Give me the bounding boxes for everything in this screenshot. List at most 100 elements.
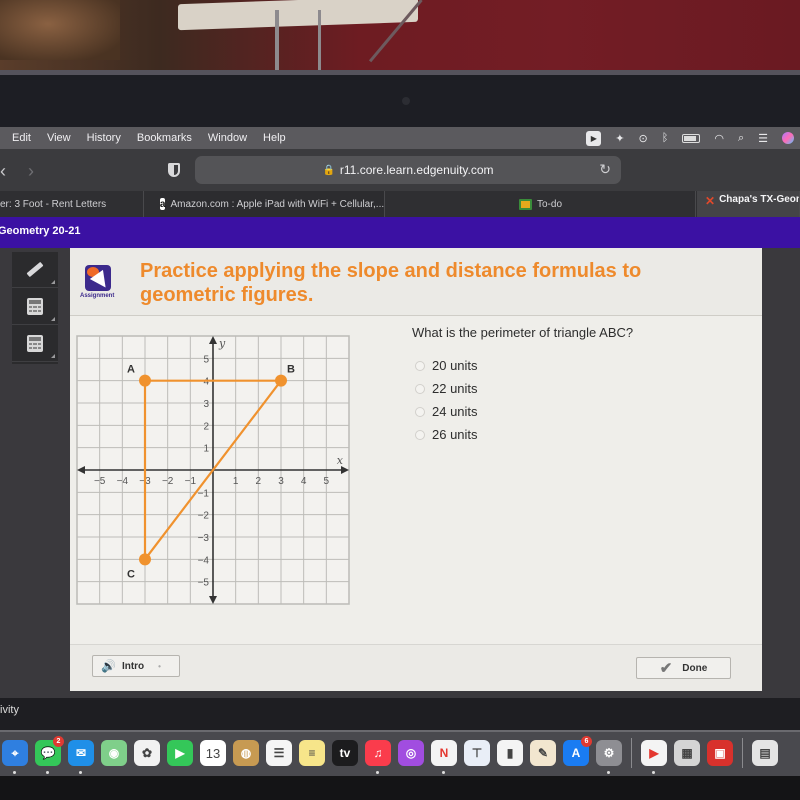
accessibility-icon[interactable]: ✦: [615, 132, 624, 145]
running-indicator: [652, 771, 655, 774]
course-bar: Geometry 20-21: [0, 217, 800, 248]
pencil-icon: [26, 261, 44, 278]
control-center-icon[interactable]: ☰: [758, 132, 768, 145]
battery-icon[interactable]: [682, 133, 701, 143]
running-indicator: [79, 771, 82, 774]
tab-label: er: 3 Foot - Rent Letters: [0, 198, 107, 210]
answer-option[interactable]: 24 units: [415, 400, 478, 423]
expand-corner-icon: [51, 354, 55, 358]
menu-history[interactable]: History: [87, 132, 121, 144]
calculator-icon: ▦: [681, 746, 693, 760]
dock-app-news[interactable]: N: [431, 740, 457, 774]
answer-option[interactable]: 26 units: [415, 423, 478, 446]
radio-button[interactable]: [415, 360, 425, 371]
notification-badge: 6: [581, 736, 592, 747]
reload-icon[interactable]: ↻: [599, 161, 611, 178]
x-tick-label: −5: [94, 476, 106, 487]
running-indicator: [442, 771, 445, 774]
dock-app-system-preferences[interactable]: ⚙: [596, 740, 622, 774]
done-button[interactable]: ✔ Done: [636, 657, 731, 679]
coordinate-graph: −5 −4 −3 −2 −1 1 2 3 4 5−5−4−3−2−112345xyA BC: [76, 335, 350, 605]
dock-app-messages[interactable]: 💬 2: [35, 736, 64, 774]
screen-record-icon[interactable]: ⊙: [639, 132, 648, 145]
tab-amazon[interactable]: a Amazon.com : Apple iPad with WiFi + Ce…: [160, 191, 385, 217]
option-label: 22 units: [432, 381, 478, 396]
answer-options: 20 units 22 units 24 units 26 units: [415, 354, 478, 446]
wifi-icon[interactable]: ◠: [714, 132, 724, 145]
answer-option[interactable]: 20 units: [415, 354, 478, 377]
calculator-tool[interactable]: [12, 289, 58, 325]
radio-button[interactable]: [415, 406, 425, 417]
bluetooth-icon[interactable]: ᛒ: [662, 132, 669, 144]
menu-window[interactable]: Window: [208, 132, 247, 144]
dock-app-apple-tv[interactable]: tv: [332, 740, 358, 766]
dock-app-calendar[interactable]: 13: [200, 740, 226, 766]
webcam: [402, 97, 410, 105]
x-axis-label: x: [337, 454, 344, 467]
back-button[interactable]: ‹: [0, 161, 6, 182]
dock-app-mail[interactable]: ✉: [68, 740, 94, 774]
option-label: 26 units: [432, 427, 478, 442]
dock-app-pages[interactable]: ✎: [530, 740, 556, 766]
dock-separator: [631, 738, 632, 768]
screen: Edit View History Bookmarks Window Help …: [0, 0, 800, 800]
scientific-calculator-tool[interactable]: [12, 326, 58, 362]
dock-app-numbers[interactable]: ▮: [497, 740, 523, 766]
dock-app-podcasts[interactable]: ◎: [398, 740, 424, 766]
tab-chapa-geometry[interactable]: ✕ Chapa's TX-Geome: [697, 191, 800, 217]
dock-app-calculator[interactable]: ▦: [674, 740, 700, 766]
dock-app-reminders[interactable]: ☰: [266, 740, 292, 766]
y-tick-label: 1: [203, 444, 209, 455]
menu-bookmarks[interactable]: Bookmarks: [137, 132, 192, 144]
radio-button[interactable]: [415, 383, 425, 394]
running-indicator: [607, 771, 610, 774]
media-play-icon[interactable]: ▶: [586, 130, 602, 146]
system-preferences-icon: ⚙: [603, 746, 615, 760]
y-tick-label: −1: [198, 488, 210, 499]
y-axis-label: y: [218, 337, 226, 350]
privacy-shield-icon[interactable]: [168, 163, 180, 177]
tab-label: Amazon.com : Apple iPad with WiFi + Cell…: [170, 198, 385, 210]
news-icon: N: [439, 746, 449, 760]
url-text: r11.core.learn.edgenuity.com: [339, 163, 494, 177]
dock-app-photo-booth[interactable]: ▣: [707, 740, 733, 766]
dock-app-facetime[interactable]: ▶: [167, 740, 193, 766]
option-label: 24 units: [432, 404, 478, 419]
dock-app-photos[interactable]: ✿: [134, 740, 160, 766]
pencil-tool[interactable]: [12, 252, 58, 288]
photo-object: [178, 0, 418, 31]
y-tick-label: 2: [203, 421, 209, 432]
dock-apps: ⌖ 💬 2 ✉ ◉ ✿ ▶ 13 ◍ ☰ ≡ tv ♫ ◎ N ⊤ ▮ ✎ A 6 ⚙ ▶ ▦ ▣ ▤: [2, 736, 778, 774]
podcasts-icon: ◎: [405, 746, 417, 760]
done-label: Done: [682, 662, 708, 674]
spotlight-search-icon[interactable]: ⌕: [738, 132, 744, 145]
dock-app-music[interactable]: ♫: [365, 740, 391, 774]
calendar-icon: 13: [205, 745, 221, 761]
facetime-icon: ▶: [175, 746, 185, 760]
address-bar[interactable]: 🔒 r11.core.learn.edgenuity.com ↻: [195, 156, 621, 184]
forward-button[interactable]: ›: [28, 161, 34, 182]
dock-app-maps[interactable]: ◉: [101, 740, 127, 766]
radio-button[interactable]: [415, 429, 425, 440]
dock-app-youtube[interactable]: ▶: [641, 740, 667, 774]
siri-icon[interactable]: [782, 132, 794, 144]
dock-app-safari[interactable]: ⌖: [2, 740, 28, 774]
tab-rent-letters[interactable]: er: 3 Foot - Rent Letters: [0, 191, 144, 217]
dock-app-notes[interactable]: ≡: [299, 740, 325, 766]
downloads-icon: ▤: [759, 746, 771, 760]
answer-option[interactable]: 22 units: [415, 377, 478, 400]
dock-app-app-store[interactable]: A6: [563, 736, 592, 766]
calculator-icon: [27, 335, 43, 352]
dock-app-keynote[interactable]: ⊤: [464, 740, 490, 766]
dock-app-downloads[interactable]: ▤: [752, 740, 778, 766]
menu-edit[interactable]: Edit: [12, 132, 31, 144]
photos-icon: ✿: [141, 746, 153, 760]
lesson-heading: Practice applying the slope and distance…: [140, 260, 642, 306]
running-indicator: [13, 771, 16, 774]
menu-help[interactable]: Help: [263, 132, 286, 144]
assignment-icon: [85, 265, 111, 291]
dock-app-contacts[interactable]: ◍: [233, 740, 259, 766]
tab-todo[interactable]: To-do: [386, 191, 696, 217]
intro-button[interactable]: 🔊 Intro •: [92, 655, 180, 677]
menu-view[interactable]: View: [47, 132, 71, 144]
